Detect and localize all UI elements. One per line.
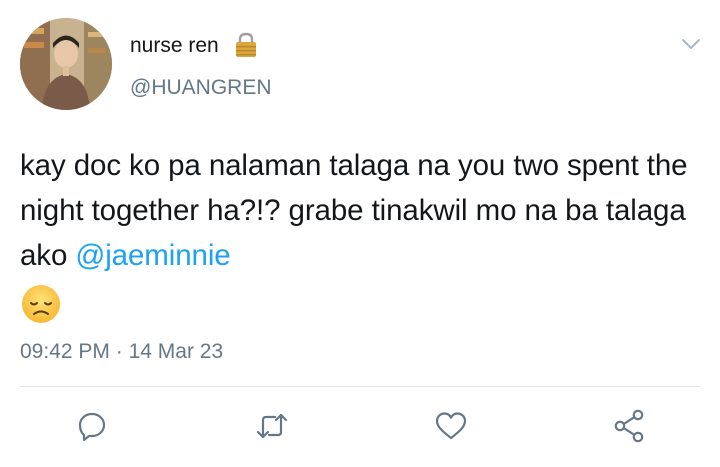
chevron-down-icon[interactable] [680, 36, 702, 52]
like-icon [435, 412, 467, 440]
tweet-text: kay doc ko pa nalaman talaga na you two … [20, 143, 700, 278]
like-button[interactable] [431, 406, 471, 446]
divider [20, 386, 700, 387]
avatar-photo [20, 18, 112, 110]
avatar[interactable] [20, 18, 112, 110]
mention-link[interactable]: @jaeminnie [75, 239, 230, 272]
share-icon [614, 409, 644, 443]
tweet-date: 14 Mar 23 [128, 340, 224, 363]
share-button[interactable] [610, 406, 650, 446]
lock-icon [236, 32, 256, 57]
tweet-timestamp[interactable]: 09:42 PM · 14 Mar 23 [20, 340, 223, 364]
tweet-time: 09:42 PM [20, 340, 110, 363]
retweet-icon [256, 413, 288, 439]
user-handle[interactable]: @HUANGREN [130, 76, 272, 100]
separator-dot: · [115, 340, 123, 363]
disappointed-face-emoji-icon [22, 285, 60, 323]
display-name[interactable]: nurse ren [130, 34, 219, 58]
reply-icon [78, 412, 106, 442]
retweet-button[interactable] [252, 406, 292, 446]
reply-button[interactable] [72, 406, 112, 446]
